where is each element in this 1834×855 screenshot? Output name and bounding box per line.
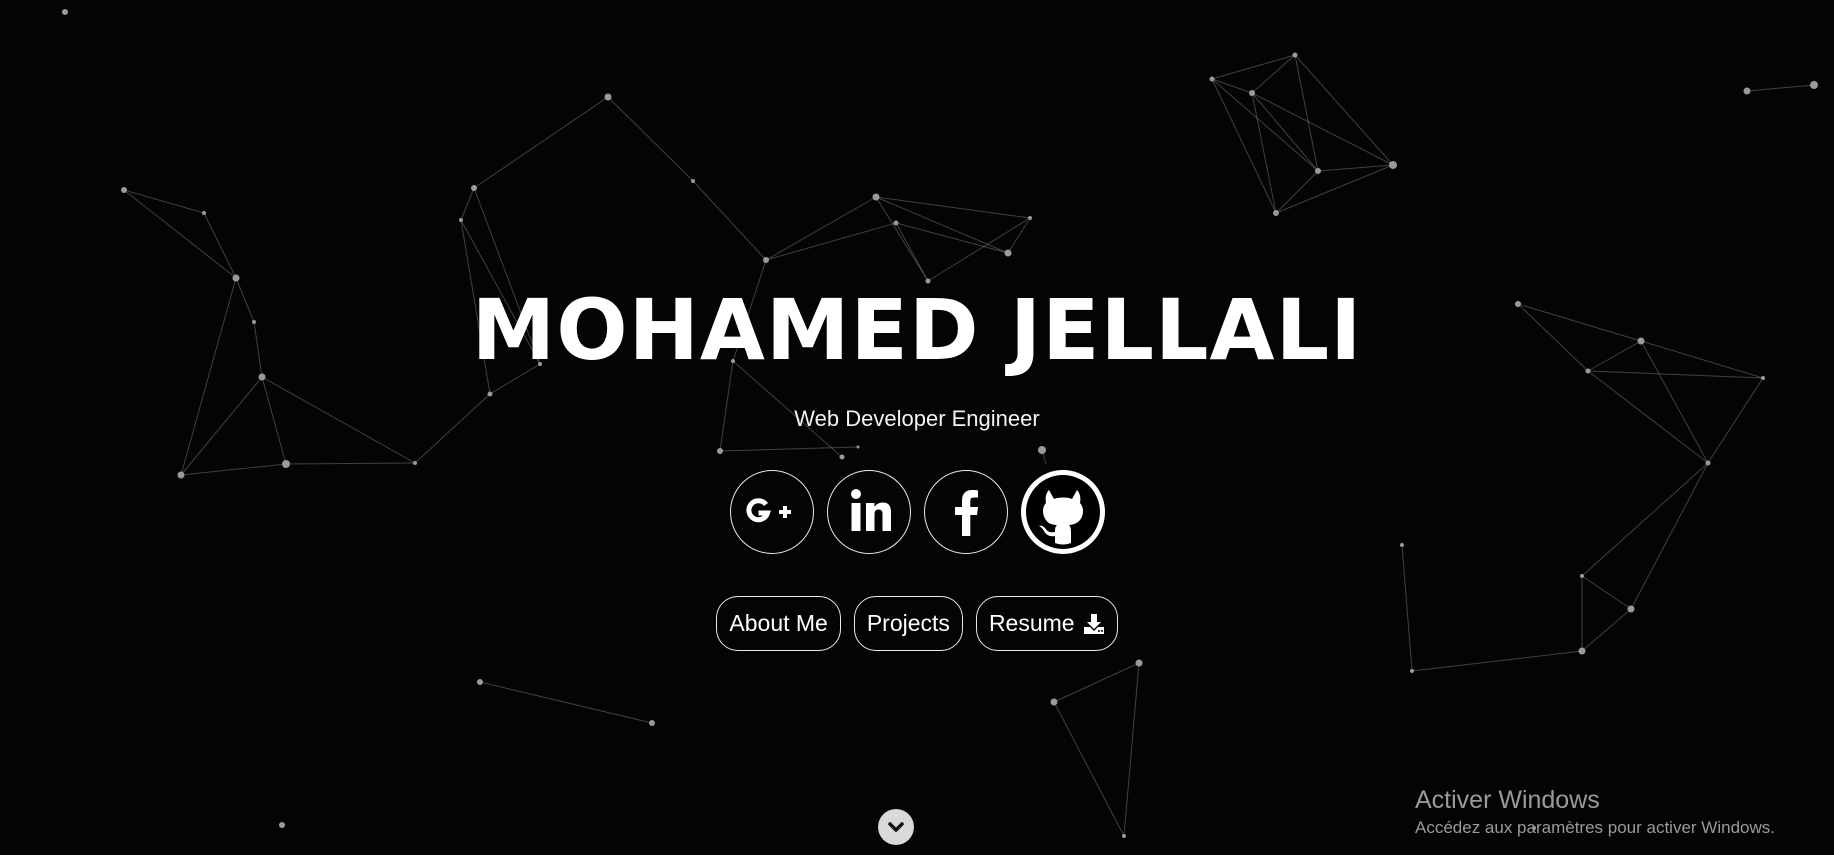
about-me-button[interactable]: About Me — [716, 596, 841, 651]
google-plus-button[interactable] — [729, 470, 814, 554]
facebook-button[interactable] — [923, 470, 1008, 554]
resume-button[interactable]: Resume — [975, 596, 1118, 651]
projects-label: Projects — [866, 610, 950, 636]
watermark-subtitle: Accédez aux paramètres pour activer Wind… — [1415, 818, 1775, 837]
scroll-down-button[interactable] — [878, 809, 914, 845]
nav-buttons: About Me Projects Resume — [0, 596, 1834, 651]
github-badge — [1025, 475, 1100, 549]
projects-button[interactable]: Projects — [853, 596, 963, 651]
download-icon — [1083, 613, 1104, 634]
linkedin-icon — [850, 489, 891, 531]
job-title: Web Developer Engineer — [794, 406, 1040, 431]
chevron-down-icon — [888, 822, 904, 832]
hero-section: MOHAMED JELLALI Web Developer Engineer A… — [0, 0, 1834, 855]
resume-label: Resume — [988, 610, 1075, 636]
linkedin-button[interactable] — [826, 470, 911, 554]
facebook-icon — [954, 490, 978, 536]
github-button[interactable] — [1020, 470, 1105, 554]
windows-activation-watermark: Activer Windows Accédez aux paramètres p… — [1415, 785, 1775, 841]
google-plus-icon — [745, 498, 791, 523]
social-links — [0, 470, 1834, 554]
watermark-title: Activer Windows — [1415, 786, 1600, 814]
page-title: MOHAMED JELLALI — [471, 281, 1363, 379]
github-icon — [1038, 490, 1083, 545]
about-me-label: About Me — [729, 610, 828, 636]
